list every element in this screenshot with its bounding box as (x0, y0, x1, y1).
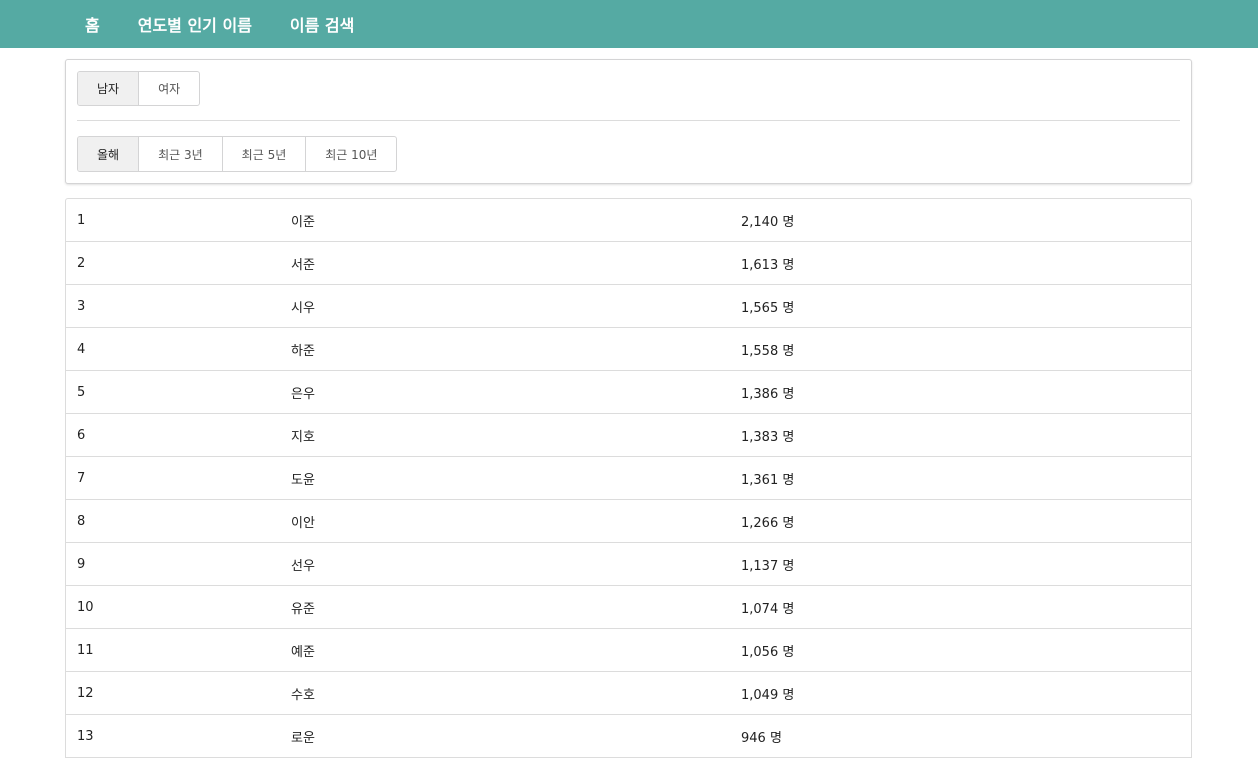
gender-toggle-group: 남자 여자 (77, 71, 201, 106)
table-row: 1 이준 2,140 명 (66, 199, 1191, 242)
rank-cell: 10 (77, 599, 94, 615)
table-row: 4 하준 1,558 명 (66, 328, 1191, 371)
table-row: 3 시우 1,565 명 (66, 285, 1191, 328)
filter-divider (77, 120, 1180, 121)
table-row: 12 수호 1,049 명 (66, 672, 1191, 715)
count-cell: 1,558 명 (741, 343, 795, 359)
table-row: 9 선우 1,137 명 (66, 543, 1191, 586)
name-cell: 하준 (291, 343, 315, 359)
name-cell: 서준 (291, 257, 315, 273)
rank-cell: 13 (77, 728, 94, 744)
count-cell: 1,266 명 (741, 515, 795, 531)
rank-cell: 7 (77, 470, 86, 486)
count-cell: 1,137 명 (741, 558, 795, 574)
rank-cell: 11 (77, 642, 94, 658)
count-cell: 1,565 명 (741, 300, 795, 316)
period-this-year-button[interactable]: 올해 (78, 137, 139, 171)
name-cell: 로운 (291, 730, 315, 746)
name-cell: 예준 (291, 644, 315, 660)
nav-home-link[interactable]: 홈 (66, 12, 119, 36)
count-cell: 1,386 명 (741, 386, 795, 402)
name-cell: 이준 (291, 214, 315, 230)
name-cell: 이안 (291, 515, 315, 531)
name-cell: 유준 (291, 601, 315, 617)
table-row: 7 도윤 1,361 명 (66, 457, 1191, 500)
table-row: 13 로운 946 명 (66, 715, 1191, 758)
count-cell: 1,613 명 (741, 257, 795, 273)
count-cell: 1,074 명 (741, 601, 795, 617)
name-cell: 시우 (291, 300, 315, 316)
gender-female-button[interactable]: 여자 (138, 72, 199, 105)
nav-name-search-link[interactable]: 이름 검색 (271, 12, 373, 36)
count-cell: 1,383 명 (741, 429, 795, 445)
count-cell: 1,056 명 (741, 644, 795, 660)
rank-cell: 5 (77, 384, 86, 400)
name-ranking-table: 1 이준 2,140 명 2 서준 1,613 명 3 시우 1,565 명 4… (65, 198, 1192, 758)
table-row: 5 은우 1,386 명 (66, 371, 1191, 414)
table-row: 2 서준 1,613 명 (66, 242, 1191, 285)
rank-cell: 8 (77, 513, 86, 529)
table-row: 8 이안 1,266 명 (66, 500, 1191, 543)
rank-cell: 3 (77, 298, 86, 314)
count-cell: 2,140 명 (741, 214, 795, 230)
name-cell: 도윤 (291, 472, 315, 488)
rank-cell: 2 (77, 255, 86, 271)
table-row: 6 지호 1,383 명 (66, 414, 1191, 457)
table-row: 11 예준 1,056 명 (66, 629, 1191, 672)
period-5-years-button[interactable]: 최근 5년 (221, 137, 306, 171)
top-navbar: 홈 연도별 인기 이름 이름 검색 (0, 0, 1258, 48)
count-cell: 1,361 명 (741, 472, 795, 488)
rank-cell: 1 (77, 212, 86, 228)
nav-popular-names-link[interactable]: 연도별 인기 이름 (119, 12, 271, 36)
period-3-years-button[interactable]: 최근 3년 (138, 137, 222, 171)
rank-cell: 9 (77, 556, 86, 572)
rank-cell: 6 (77, 427, 86, 443)
name-cell: 선우 (291, 558, 315, 574)
count-cell: 946 명 (741, 730, 782, 746)
period-toggle-group: 올해 최근 3년 최근 5년 최근 10년 (77, 136, 398, 172)
rank-cell: 12 (77, 685, 94, 701)
rank-cell: 4 (77, 341, 86, 357)
name-cell: 은우 (291, 386, 315, 402)
name-cell: 수호 (291, 687, 315, 703)
filter-panel: 남자 여자 올해 최근 3년 최근 5년 최근 10년 (65, 59, 1192, 184)
table-row: 10 유준 1,074 명 (66, 586, 1191, 629)
count-cell: 1,049 명 (741, 687, 795, 703)
period-10-years-button[interactable]: 최근 10년 (305, 137, 396, 171)
gender-male-button[interactable]: 남자 (78, 72, 139, 105)
name-cell: 지호 (291, 429, 315, 445)
